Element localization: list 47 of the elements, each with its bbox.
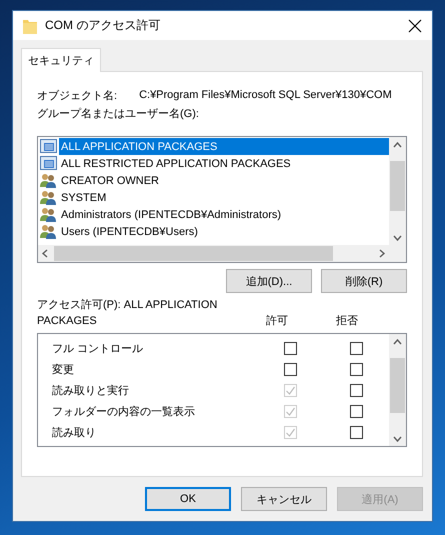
scroll-down-icon — [393, 434, 402, 443]
button[interactable]: OK — [145, 487, 231, 511]
tab[interactable]: セキュリティ — [21, 48, 101, 72]
scroll-left-icon — [41, 249, 50, 258]
user-list-item[interactable]: SYSTEM — [59, 189, 108, 206]
object-path: C:¥Program Files¥Microsoft SQL Server¥130¥COM — [139, 88, 392, 103]
app-package-icon — [40, 156, 57, 171]
checkbox[interactable] — [350, 426, 363, 439]
column-header: 許可 — [265, 314, 289, 329]
scroll-down-icon — [393, 233, 402, 242]
checkbox[interactable] — [350, 384, 363, 397]
permission-name: 変更 — [52, 362, 75, 377]
scroll-up-icon — [393, 337, 402, 346]
scroll-right-icon — [377, 249, 386, 258]
checkbox[interactable] — [350, 405, 363, 418]
app-package-icon — [40, 139, 57, 154]
scroll-up-icon — [393, 140, 402, 149]
permission-name: 読み取り — [52, 426, 97, 440]
checkbox[interactable] — [284, 342, 298, 355]
checkbox[interactable] — [350, 342, 363, 355]
horizontal-scrollbar[interactable] — [38, 245, 389, 262]
vertical-scrollbar[interactable] — [389, 137, 406, 245]
folder-icon — [23, 18, 37, 34]
vertical-scrollbar[interactable] — [389, 334, 406, 446]
permissions-label: アクセス許可(P): ALL APPLICATION PACKAGES — [37, 298, 218, 329]
column-header: 拒否 — [335, 314, 359, 329]
users-label: グループ名またはユーザー名(G): — [37, 106, 200, 122]
user-group-icon — [40, 173, 57, 188]
checkbox[interactable] — [284, 363, 298, 376]
object-name-label: オブジェクト名: — [37, 88, 118, 104]
button[interactable]: 追加(D)... — [226, 269, 312, 293]
user-group-icon — [40, 190, 57, 205]
user-group-icon — [40, 207, 57, 222]
user-list-item[interactable]: CREATOR OWNER — [59, 172, 161, 189]
user-list-item[interactable]: ALL RESTRICTED APPLICATION PACKAGES — [59, 155, 293, 172]
user-group-icon — [40, 224, 57, 239]
user-list-item[interactable]: Administrators (IPENTECDB¥Administrators) — [59, 206, 284, 223]
button[interactable]: キャンセル — [241, 487, 327, 511]
permission-name: フォルダーの内容の一覧表示 — [52, 404, 196, 419]
permission-name: フル コントロール — [52, 342, 144, 356]
checkbox[interactable] — [350, 363, 363, 376]
window-title: COM のアクセス許可 — [45, 17, 162, 34]
button[interactable]: 削除(R) — [321, 269, 407, 293]
user-list-item[interactable]: ALL APPLICATION PACKAGES — [59, 138, 389, 155]
close-icon[interactable] — [408, 18, 422, 32]
user-list-item[interactable]: Users (IPENTECDB¥Users) — [59, 223, 200, 240]
permission-name: 読み取りと実行 — [52, 384, 130, 398]
